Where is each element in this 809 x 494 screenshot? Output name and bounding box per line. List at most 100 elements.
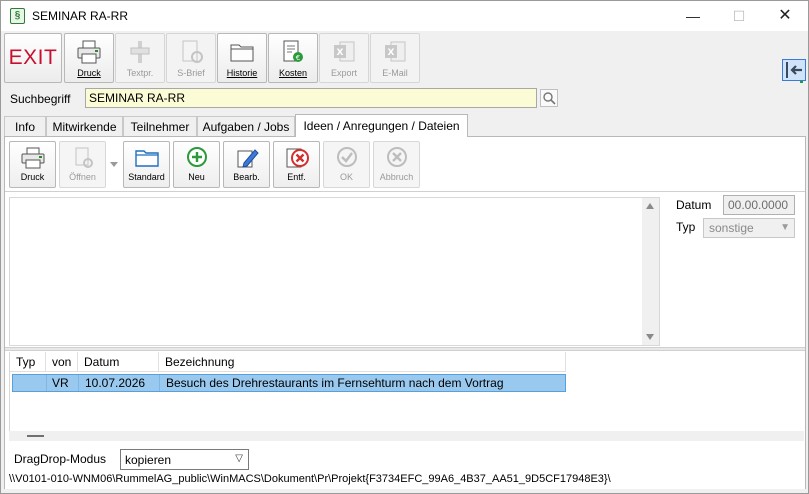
nav-back-button[interactable] [782,59,806,81]
svg-text:€: € [296,54,300,62]
export-label: Export [330,68,357,78]
edit-button[interactable]: Bearb. [223,141,270,188]
tab-bar: Info Mitwirkende Teilnehmer Aufgaben / J… [1,114,808,137]
print-button[interactable]: Druck [64,33,114,83]
tab-panel: Druck Öffnen Standard Neu Bearb. Entf. O… [4,136,806,489]
add-icon [186,147,207,167]
grid-header: Typ von Datum Bezeichnung [10,352,566,372]
exit-button[interactable]: EXIT [4,33,62,83]
chevron-down-icon: ▽ [235,453,243,464]
checkmark-icon [336,147,357,167]
title-bar: § SEMINAR RA-RR — ☐ ✕ [1,1,808,31]
window-title: SEMINAR RA-RR [32,9,129,23]
typ-label: Typ [676,220,696,234]
delete-button[interactable]: Entf. [273,141,320,188]
cell-datum: 10.07.2026 [79,375,160,391]
minimize-button[interactable]: — [670,1,716,31]
text-processing-icon [130,41,150,63]
pencil-icon [237,149,259,168]
text-scrollbar[interactable] [642,198,659,345]
tab-info[interactable]: Info [4,116,46,136]
email-button[interactable]: X E-Mail [370,33,420,83]
new-button[interactable]: Neu [173,141,220,188]
column-header-von[interactable]: von [46,352,78,372]
tab-teilnehmer[interactable]: Teilnehmer [123,116,197,136]
search-icon [543,92,556,105]
column-header-datum[interactable]: Datum [78,352,159,372]
app-icon: § [10,8,25,24]
text-processing-label: Textpr. [126,68,154,78]
export-button[interactable]: X Export [319,33,369,83]
serial-letter-icon [182,40,203,63]
datum-label: Datum [676,198,712,212]
grid-footer [9,431,804,441]
column-header-typ[interactable]: Typ [10,352,46,372]
printer-icon [21,147,44,169]
folder-path: \\V0101-010-WNM06\RummelAG_public\WinMAC… [9,473,611,485]
chevron-down-icon: ▼ [780,222,790,233]
bottom-section: DragDrop-Modus kopieren ▽ \\V0101-010-WN… [5,441,805,489]
search-input[interactable] [85,88,537,108]
cancel-label: Abbruch [379,172,414,182]
svg-text:X: X [388,48,395,58]
text-processing-button[interactable]: Textpr. [115,33,165,83]
excel-mail-icon: X [385,41,406,62]
excel-icon: X [334,41,355,62]
new-label: Neu [188,172,205,182]
folder-icon [230,44,254,62]
arrow-left-icon [786,62,802,78]
dragdrop-select[interactable]: kopieren ▽ [120,449,249,470]
typ-select[interactable]: sonstige ▼ [703,218,795,238]
table-row[interactable]: VR 10.07.2026 Besuch des Drehrestaurants… [12,374,566,392]
dragdrop-label: DragDrop-Modus [14,452,107,466]
svg-text:X: X [337,48,344,58]
tab-mitwirkende[interactable]: Mitwirkende [46,116,123,136]
serial-letter-label: S-Brief [177,68,205,78]
open-label: Öffnen [69,172,96,182]
search-button[interactable] [540,89,558,107]
cell-von: VR [47,375,79,391]
costs-label: Kosten [278,68,308,78]
delete-label: Entf. [287,172,306,182]
datum-field[interactable] [723,195,795,215]
open-button[interactable]: Öffnen [59,141,106,188]
main-toolbar: EXIT Druck Textpr. S-Brief Historie € Ko… [1,31,808,85]
ok-label: OK [339,172,353,182]
search-row: Suchbegriff [1,85,808,113]
collapse-handle[interactable] [27,435,44,437]
scroll-up-icon[interactable] [646,203,654,209]
scroll-down-icon[interactable] [646,334,654,340]
toolbar-separator [5,191,805,192]
close-button[interactable]: ✕ [762,1,808,31]
column-header-bezeichnung[interactable]: Bezeichnung [159,352,566,372]
printer-icon [77,40,101,64]
dragdrop-select-value: kopieren [125,453,172,467]
exit-label: EXIT [8,46,58,69]
print-label: Druck [77,68,101,78]
costs-button[interactable]: € Kosten [268,33,318,83]
history-label: Historie [226,68,258,78]
open-dropdown-button[interactable] [107,141,121,188]
open-document-icon [75,147,93,168]
ok-button[interactable]: OK [323,141,370,188]
cancel-button[interactable]: Abbruch [373,141,420,188]
panel-print-button[interactable]: Druck [9,141,56,188]
cell-typ [13,375,47,391]
serial-letter-button[interactable]: S-Brief [166,33,216,83]
standard-label: Standard [128,172,165,182]
standard-button[interactable]: Standard [123,141,170,188]
tab-aufgaben-jobs[interactable]: Aufgaben / Jobs [197,116,295,136]
maximize-button[interactable]: ☐ [716,1,762,31]
ideas-grid: Typ von Datum Bezeichnung VR 10.07.2026 … [9,352,804,431]
delete-icon [286,148,309,168]
cancel-icon [386,147,407,167]
costs-icon: € [283,40,303,62]
chevron-down-icon [110,162,118,167]
cell-bezeichnung: Besuch des Drehrestaurants im Fernsehtur… [166,376,504,390]
splitter[interactable] [5,347,805,351]
typ-select-value: sonstige [709,221,754,235]
panel-print-label: Druck [20,172,45,182]
tab-ideen-anregungen-dateien[interactable]: Ideen / Anregungen / Dateien [295,114,468,137]
idea-text-area[interactable] [9,197,660,346]
history-button[interactable]: Historie [217,33,267,83]
